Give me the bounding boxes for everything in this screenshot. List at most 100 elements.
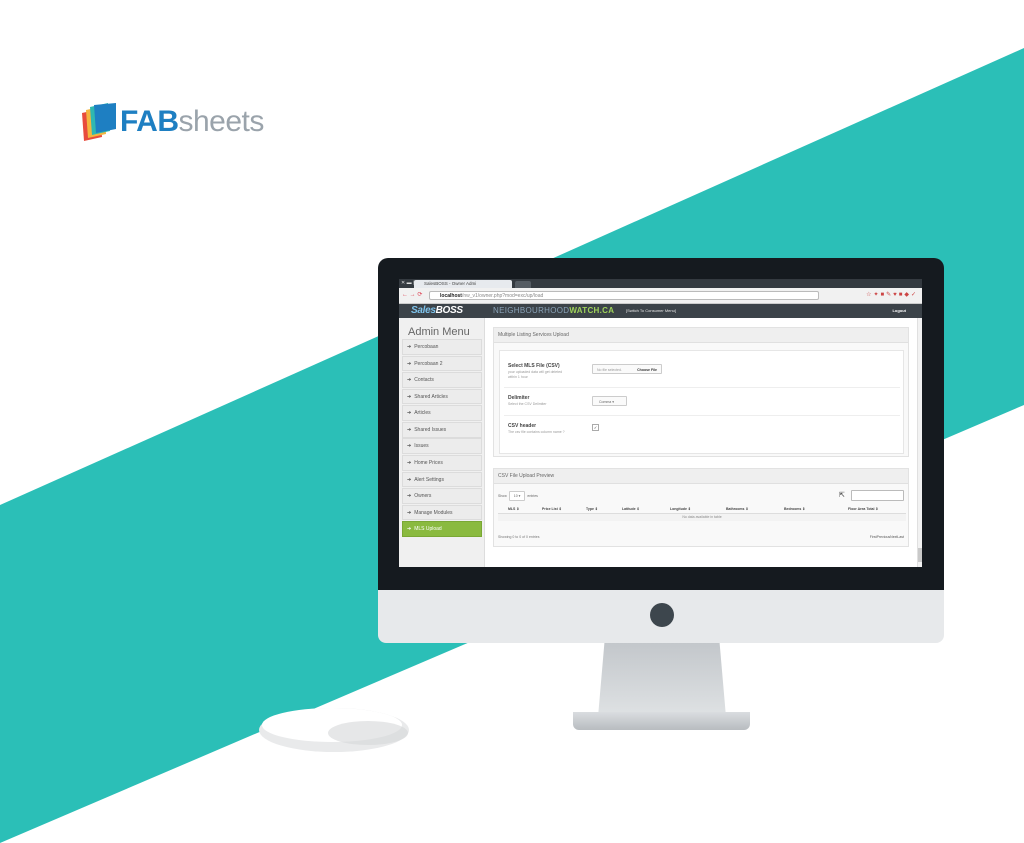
extension-icons[interactable]: ☆✦■✎♥■◆✓ <box>866 291 918 300</box>
neighbourhood-watch-logo: NEIGHBOURHOODWATCH.CA <box>493 306 614 316</box>
sidebar-title: Admin Menu <box>408 326 470 338</box>
csv-header-label: CSV header <box>508 423 537 429</box>
arrow-right-icon: ➔ <box>407 426 412 433</box>
entries-length-control: Show 10 ▾ entries <box>498 491 538 501</box>
column-label: Type <box>586 507 594 511</box>
show-suffix: entries <box>527 494 538 498</box>
divider <box>504 387 900 388</box>
sidebar-item-percobaan-2[interactable]: ➔ Percobaan 2 <box>402 355 482 372</box>
column-header[interactable]: Latitude ⇕ <box>622 505 640 513</box>
column-label: MLS <box>508 507 516 511</box>
arrow-right-icon: ➔ <box>407 410 412 417</box>
browser-new-tab-button[interactable] <box>515 281 531 288</box>
browser-tab-title: SalesBOSS - Owner Admi <box>424 281 477 286</box>
sidebar-item-articles[interactable]: ➔ Articles <box>402 405 482 421</box>
panel-title: CSV File Upload Preview <box>494 469 908 484</box>
arrow-right-icon: ➔ <box>407 476 412 483</box>
delimiter-label: Delimiter <box>508 395 530 401</box>
entries-select[interactable]: 10 ▾ <box>508 491 526 501</box>
table-info: Showing 0 to 0 of 0 entries <box>498 535 540 539</box>
sidebar-item-label: Shared Articles <box>414 393 448 400</box>
upload-form: Select MLS File (CSV) your uploaded data… <box>499 350 904 454</box>
sidebar-item-issues[interactable]: ➔ Issues <box>402 438 482 455</box>
column-label: Floor Area Total <box>848 507 875 511</box>
csv-header-checkbox[interactable]: ✓ <box>592 424 599 431</box>
fabsheets-logo: FABsheets <box>78 103 264 141</box>
pagination[interactable]: FirstPreviousNextLast <box>870 534 904 540</box>
page-scrollbar[interactable] <box>917 318 922 567</box>
column-header[interactable]: Bedrooms ⇕ <box>784 505 805 513</box>
delimiter-select[interactable]: Comma ▾ <box>592 396 627 406</box>
column-label: Longitude <box>670 507 687 511</box>
entries-value: 10 <box>513 494 518 498</box>
sidebar-item-label: MLS Upload <box>414 526 442 533</box>
url-host: localhost <box>440 293 462 299</box>
back-forward-reload-icons[interactable]: ← → ⟳ <box>402 291 422 299</box>
brand-text-sales: Sales <box>411 305 436 316</box>
browser-toolbar: ← → ⟳ localhost/nw_v1/owner.php?mod=exc/… <box>399 288 922 304</box>
sidebar-item-mls-upload[interactable]: ➔ MLS Upload <box>402 521 482 538</box>
sidebar-item-contacts[interactable]: ➔ Contacts <box>402 372 482 388</box>
admin-sidebar: Admin Menu ➔ Percobaan ➔ Percobaan 2 ➔ Cont… <box>399 318 485 567</box>
scrollbar-thumb[interactable] <box>918 548 922 562</box>
empty-table-row: No data available in table <box>498 514 906 521</box>
sidebar-item-shared-issues[interactable]: ➔ Shared Issues <box>402 421 482 438</box>
file-input[interactable]: No file selected. Choose File <box>592 364 662 374</box>
sidebar-item-label: Owners <box>414 493 432 500</box>
sidebar-item-percobaan[interactable]: ➔ Percobaan <box>402 339 482 355</box>
logo-text-fab: FAB <box>120 105 179 138</box>
monitor-stand-base <box>573 712 750 730</box>
column-label: Bedrooms <box>784 507 802 511</box>
url-path: /nw_v1/owner.php?mod=exc/up/load <box>461 293 544 299</box>
column-header[interactable]: Floor Area Total ⇕ <box>848 505 878 513</box>
column-label: Price List <box>542 507 558 511</box>
main-content: Multiple Listing Services Upload Select … <box>487 318 922 567</box>
column-label: Latitude <box>622 507 636 511</box>
sidebar-item-label: Articles <box>414 410 431 417</box>
arrow-right-icon: ➔ <box>407 360 412 367</box>
address-bar[interactable]: localhost/nw_v1/owner.php?mod=exc/up/loa… <box>429 291 819 300</box>
sidebar-item-label: Alert Settings <box>414 476 444 483</box>
browser-tab-active[interactable]: SalesBOSS - Owner Admi <box>414 280 512 288</box>
sidebar-item-shared-articles[interactable]: ➔ Shared Articles <box>402 388 482 405</box>
search-input[interactable] <box>851 490 904 501</box>
apple-logo-dot <box>650 603 674 627</box>
file-label: Select MLS File (CSV) <box>508 363 560 369</box>
sidebar-item-home-prices[interactable]: ➔ Home Prices <box>402 455 482 471</box>
table-header: MLS ⇕ Price List ⇕ Type ⇕ Latitude ⇕ Lon… <box>498 505 906 514</box>
arrow-right-icon: ➔ <box>407 344 412 350</box>
csv-header-field: CSV header The csv file contains column … <box>508 423 565 435</box>
delimiter-field: Delimiter Select the CSV Delimiter <box>508 395 547 407</box>
sidebar-item-alert-settings[interactable]: ➔ Alert Settings <box>402 471 482 488</box>
sidebar-item-owners[interactable]: ➔ Owners <box>402 488 482 504</box>
column-header[interactable]: MLS ⇕ <box>508 505 519 513</box>
column-header[interactable]: Longitude ⇕ <box>670 505 691 513</box>
column-header[interactable]: Bathrooms ⇕ <box>726 505 748 513</box>
admin-menu: ➔ Percobaan ➔ Percobaan 2 ➔ Contacts ➔ Share… <box>402 339 482 538</box>
csv-header-help: The csv file contains column name ? <box>508 430 565 434</box>
column-header[interactable]: Type ⇕ <box>586 505 598 513</box>
sidebar-item-label: Shared Issues <box>414 426 447 433</box>
partner-text-b: WATCH.CA <box>569 306 615 315</box>
panel-title: Multiple Listing Services Upload <box>494 328 908 343</box>
monitor-stand-neck <box>598 643 726 717</box>
sidebar-item-label: Manage Modules <box>414 509 453 516</box>
logout-link[interactable]: Logout <box>892 308 906 314</box>
mouse-cursor-icon: ⇱ <box>839 492 845 499</box>
fabsheets-logo-icon <box>78 103 118 141</box>
arrow-right-icon: ➔ <box>407 393 412 400</box>
sidebar-item-label: Contacts <box>414 377 434 384</box>
sidebar-item-label: Home Prices <box>414 460 443 467</box>
browser-screen: ✕ ▬ ◰ SalesBOSS - Owner Admi ← → ⟳ local… <box>399 279 922 567</box>
sidebar-item-label: Percobaan <box>414 344 439 350</box>
column-header[interactable]: Price List ⇕ <box>542 505 562 513</box>
salesboss-logo[interactable]: SalesBOSS <box>411 305 463 317</box>
delimiter-value: Comma <box>599 400 612 404</box>
file-field: Select MLS File (CSV) your uploaded data… <box>508 363 568 380</box>
switch-consumer-menu-link[interactable]: [Switch To Consumer Menu] <box>626 308 676 314</box>
sidebar-item-manage-modules[interactable]: ➔ Manage Modules <box>402 504 482 521</box>
column-label: Bathrooms <box>726 507 745 511</box>
choose-file-button[interactable]: Choose File <box>637 365 657 375</box>
arrow-right-icon: ➔ <box>407 443 412 450</box>
arrow-right-icon: ➔ <box>407 460 412 467</box>
